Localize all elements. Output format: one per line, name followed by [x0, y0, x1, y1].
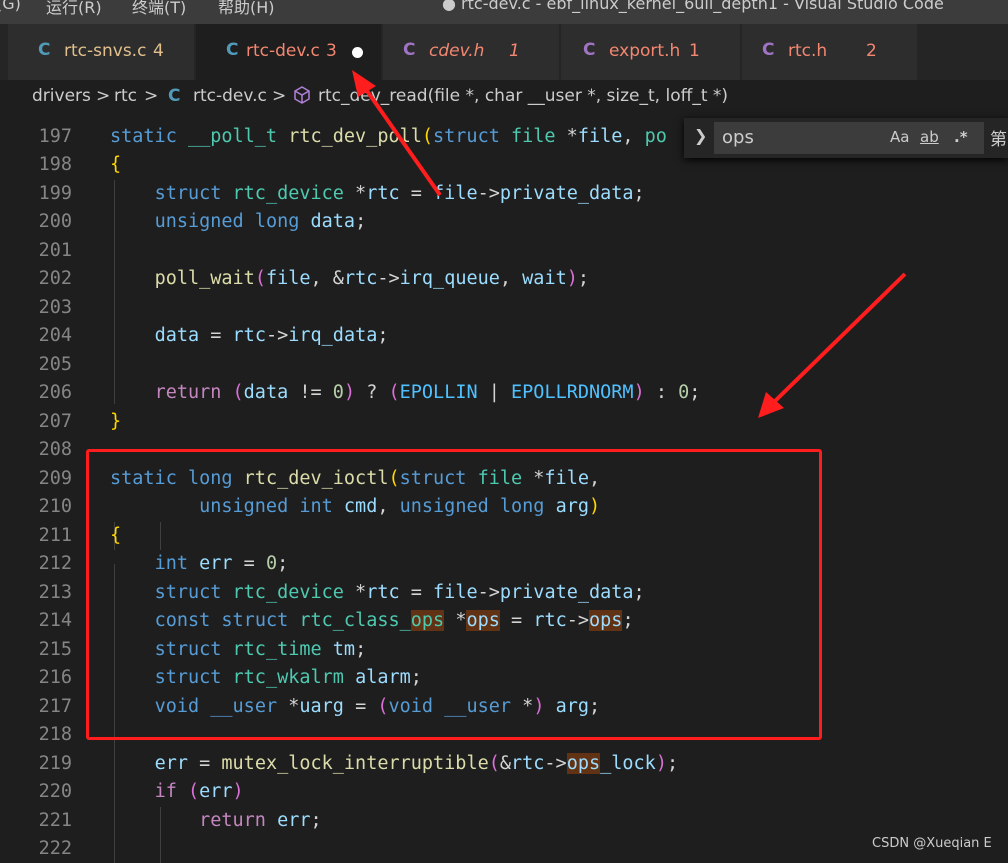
arrow-to-dirty-tab [352, 70, 442, 197]
annotation-arrows [352, 70, 907, 418]
arrow-to-ioctl-box [758, 272, 907, 418]
watermark: CSDN @Xueqian E [872, 836, 992, 851]
